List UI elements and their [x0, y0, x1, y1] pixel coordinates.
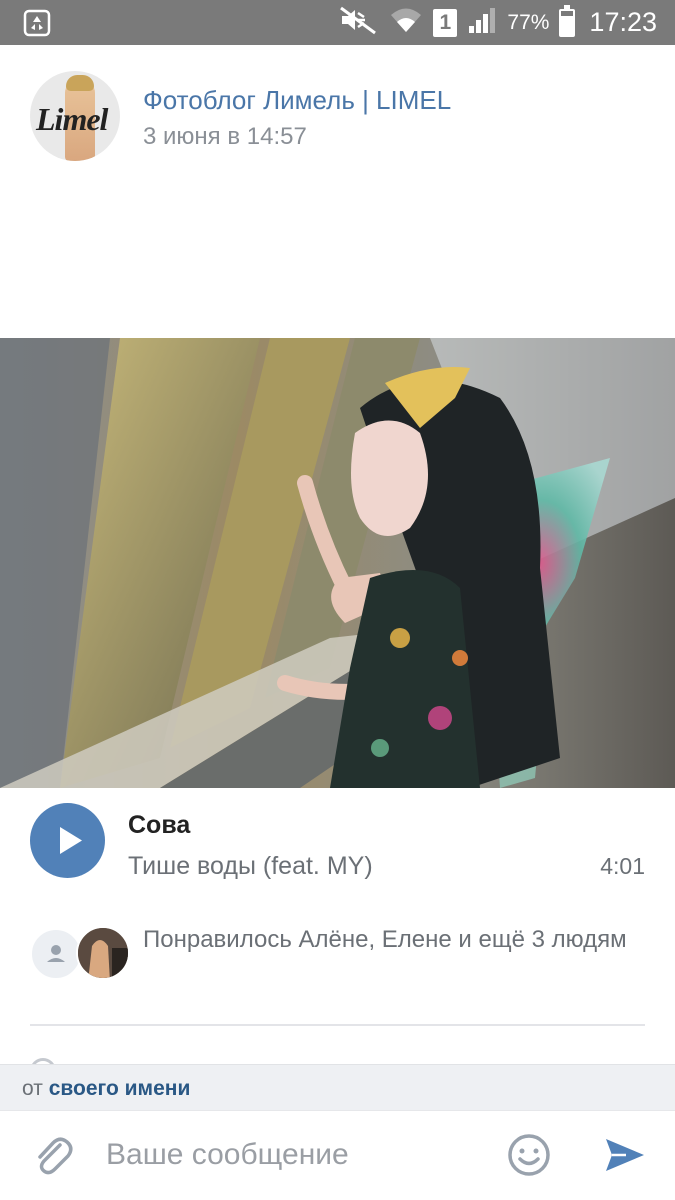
- likes-text: Понравилось Алёне, Елене и ещё 3 людям: [143, 926, 627, 953]
- likes-row[interactable]: Понравилось Алёне, Елене и ещё 3 людям: [0, 920, 675, 990]
- audio-title: Тише воды (feat. MY): [128, 852, 373, 880]
- audio-attachment[interactable]: Сова Тише воды (feat. MY) 4:01: [0, 800, 675, 890]
- send-icon[interactable]: [600, 1131, 648, 1179]
- emoji-icon[interactable]: [505, 1131, 553, 1179]
- message-input[interactable]: [106, 1129, 486, 1181]
- status-bar: 1 77% 17:23: [0, 0, 675, 45]
- post-header: Limel Фотоблог Лимель | LIMEL 3 июня в 1…: [0, 45, 675, 338]
- mute-icon: [339, 5, 379, 40]
- message-composer: [0, 1110, 675, 1200]
- battery-icon: [559, 4, 576, 37]
- attach-icon[interactable]: [30, 1133, 76, 1179]
- user-icon: [47, 945, 65, 962]
- clock: 17:23: [589, 7, 657, 37]
- from-bar: от своего имени: [0, 1064, 675, 1110]
- author-name[interactable]: Фотоблог Лимель | LIMEL: [143, 85, 451, 116]
- liker-avatar-photo: [76, 926, 130, 980]
- avatar-logo: Limel: [36, 101, 108, 137]
- battery-percent: 77%: [507, 10, 550, 34]
- signal-icon: [467, 6, 497, 39]
- from-identity-link[interactable]: своего имени: [49, 1077, 191, 1100]
- play-icon: [60, 827, 82, 854]
- battery-fill: [561, 16, 574, 35]
- post-photo[interactable]: [0, 338, 675, 788]
- sim-slot-indicator: 1: [433, 8, 458, 37]
- audio-artist: Сова: [128, 811, 191, 839]
- audio-duration: 4:01: [600, 853, 645, 879]
- author-avatar[interactable]: Limel: [30, 71, 120, 161]
- post-date[interactable]: 3 июня в 14:57: [143, 123, 307, 151]
- wifi-icon: [389, 5, 423, 40]
- liker-avatar-placeholder: [30, 928, 82, 980]
- status-icons: 1 77% 17:23: [339, 0, 657, 45]
- doll-photo: [0, 338, 675, 788]
- avatar-hair: [66, 75, 94, 91]
- play-button[interactable]: [30, 803, 105, 878]
- from-prefix: от: [22, 1077, 43, 1100]
- from-text: от своего имени: [22, 1077, 190, 1101]
- recycle-icon: [22, 8, 52, 38]
- divider: [30, 1024, 645, 1026]
